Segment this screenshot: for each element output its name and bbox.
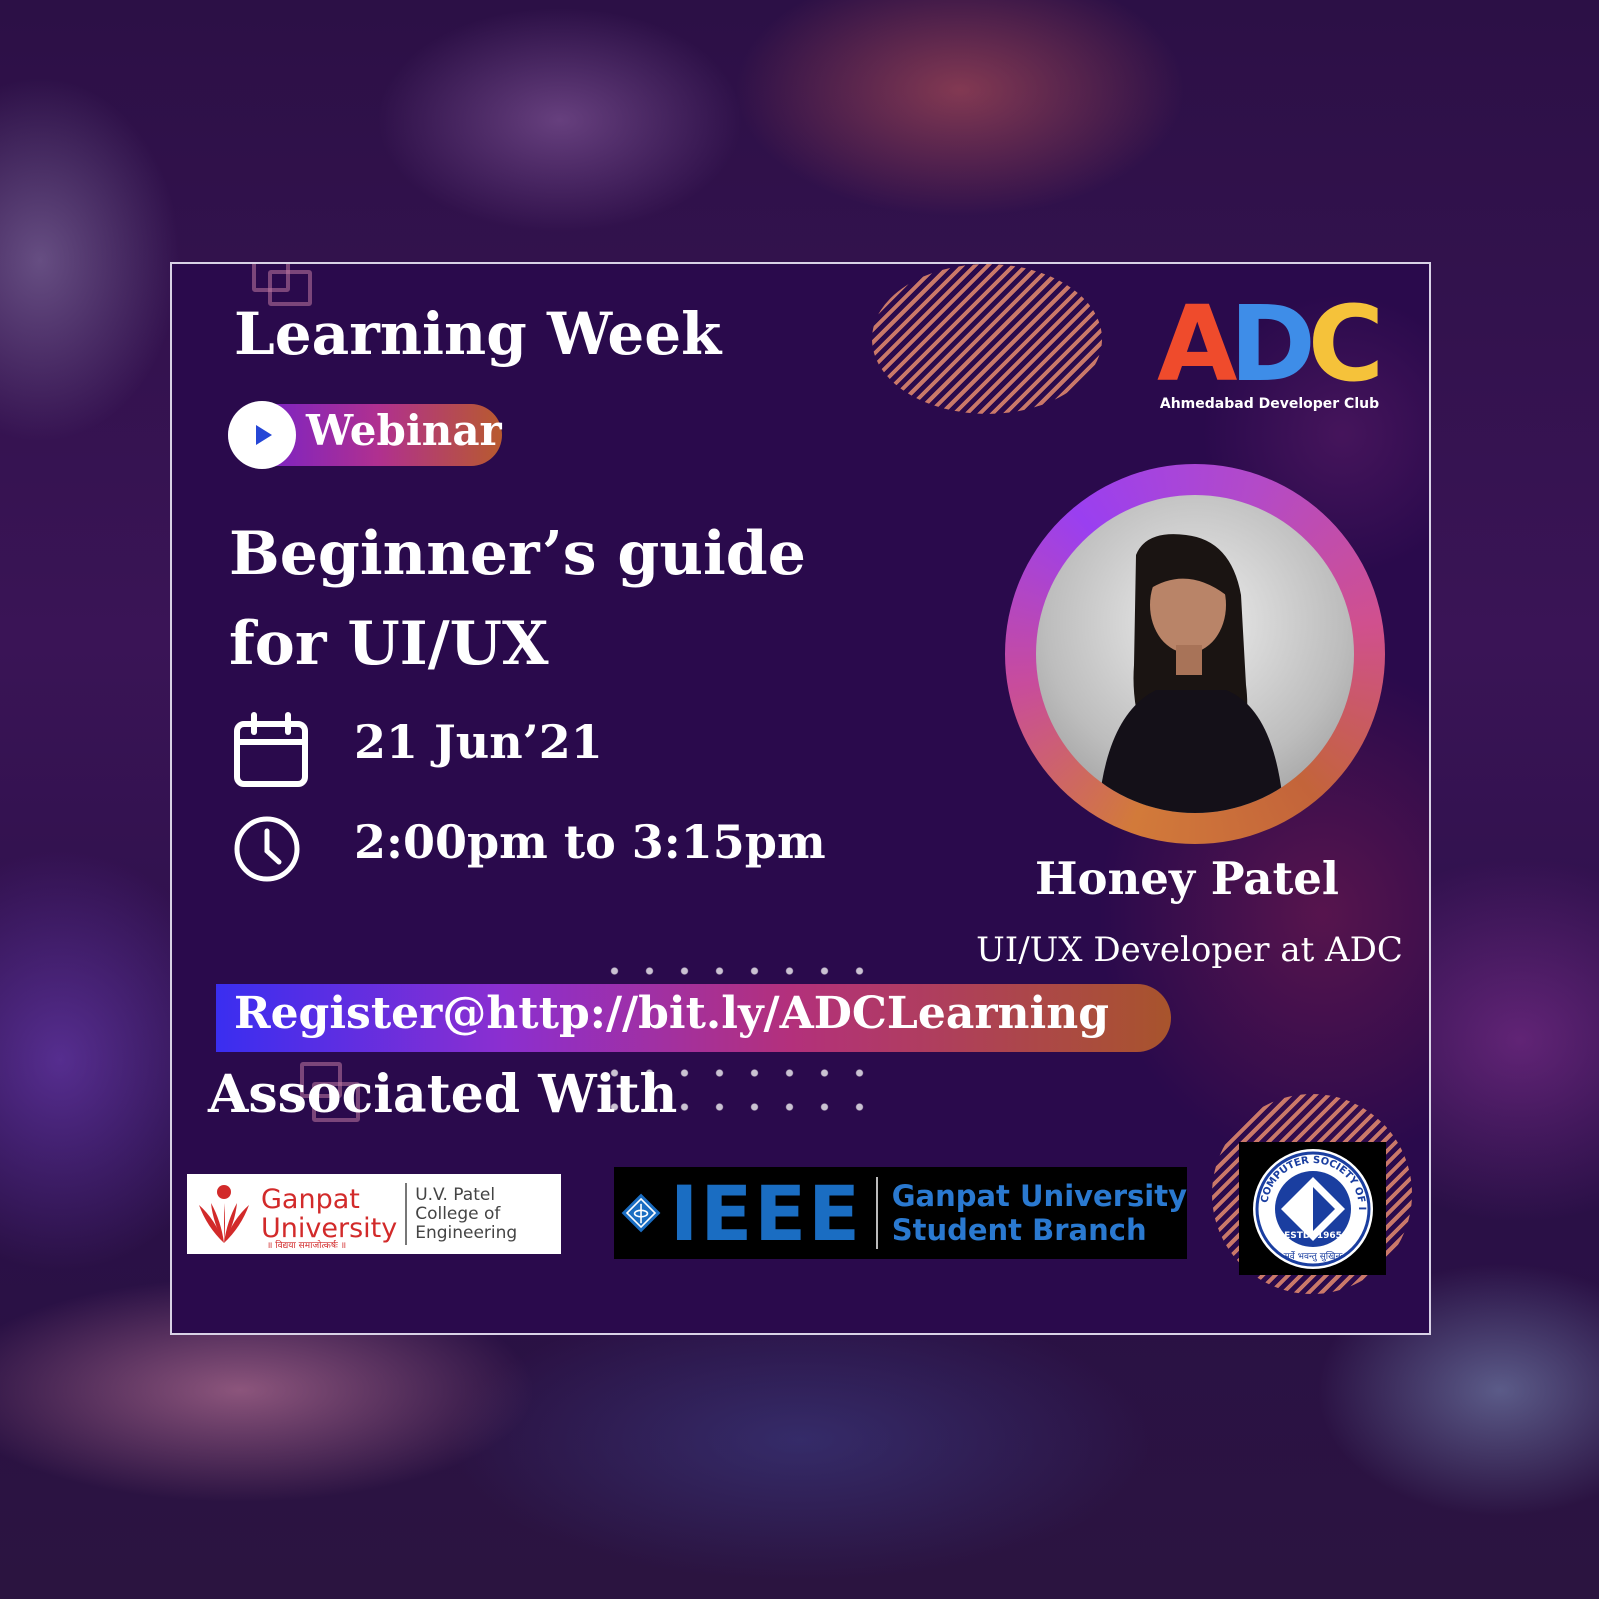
ganpat-flame-icon — [199, 1185, 249, 1243]
ganpat-college-name: U.V. Patel College of Engineering — [415, 1184, 518, 1243]
associated-heading: Associated With — [208, 1064, 678, 1125]
adc-logo-subtitle: Ahmedabad Developer Club — [1159, 396, 1380, 412]
adc-letter-d: D — [1229, 283, 1316, 405]
logo-divider — [405, 1183, 408, 1245]
speaker-photo — [1036, 495, 1354, 813]
csi-established: ESTD. 1965 — [1284, 1231, 1342, 1241]
csi-seal-icon: COMPUTER SOCIETY OF INDIA ESTD. 1965 सर्… — [1247, 1145, 1373, 1269]
ganpat-university-name: Ganpat University — [261, 1185, 397, 1243]
speaker-name: Honey Patel — [1035, 852, 1339, 905]
ieee-branch-line1: Ganpat University — [891, 1179, 1187, 1213]
event-type-label: Webinar — [306, 406, 502, 455]
college-line2: College of — [415, 1203, 501, 1224]
event-topic: Beginner’s guide for UI/UX — [229, 519, 806, 679]
series-title: Learning Week — [234, 300, 722, 368]
ieee-branch-line2: Student Branch — [891, 1213, 1147, 1247]
logo-divider — [876, 1177, 878, 1249]
ganpat-name-line1: Ganpat — [261, 1184, 360, 1215]
speaker-role: UI/UX Developer at ADC — [976, 930, 1403, 970]
speaker-avatar-ring — [1005, 464, 1385, 844]
adc-logo: ADC Ahmedabad Developer Club — [1157, 289, 1384, 429]
adc-letter-c: C — [1307, 283, 1384, 405]
adc-letter-a: A — [1157, 283, 1237, 405]
csi-motto: सर्वे भवन्तु सुखिनः — [1283, 1250, 1342, 1262]
event-time: 2:00pm to 3:15pm — [354, 815, 826, 869]
calendar-icon — [234, 712, 308, 787]
college-line1: U.V. Patel — [415, 1184, 496, 1205]
ieee-diamond-icon — [621, 1193, 661, 1233]
college-line3: Engineering — [415, 1222, 518, 1243]
event-date: 21 Jun’21 — [354, 715, 603, 769]
adc-logo-letters: ADC — [1157, 289, 1384, 399]
register-link[interactable]: Register@http://bit.ly/ADCLearning — [234, 988, 1109, 1039]
ieee-logo: IEEE Ganpat University Student Branch — [614, 1167, 1187, 1259]
csi-logo: COMPUTER SOCIETY OF INDIA ESTD. 1965 सर्… — [1239, 1142, 1386, 1275]
ieee-branch-name: Ganpat University Student Branch — [892, 1179, 1187, 1247]
play-icon — [228, 401, 296, 469]
ganpat-university-logo: Ganpat University U.V. Patel College of … — [187, 1174, 561, 1254]
striped-circle-decoration — [872, 264, 1102, 414]
ganpat-motto: ॥ विद्यया समाजोत्कर्षः ॥ — [267, 1241, 347, 1251]
clock-icon — [234, 816, 300, 882]
event-poster: Learning Week Webinar Beginner’s guide f… — [170, 262, 1431, 1335]
ieee-wordmark: IEEE — [670, 1168, 863, 1258]
